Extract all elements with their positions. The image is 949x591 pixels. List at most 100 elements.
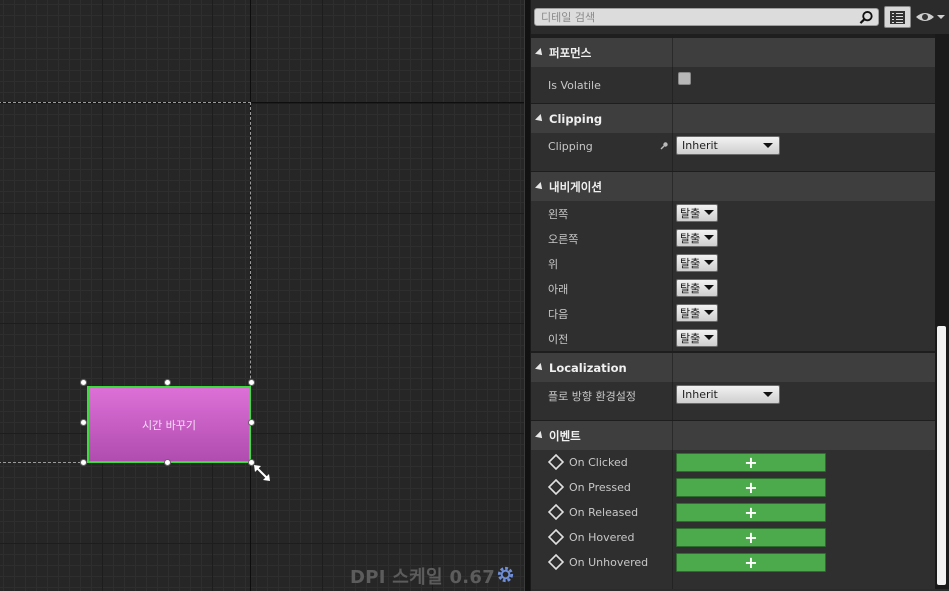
property-label: 아래 [548,282,569,296]
resize-handle-left[interactable] [80,419,87,426]
property-row-clipping: Clipping Inherit [531,133,935,171]
nav-up-dropdown[interactable]: 탈출 [676,254,718,272]
nav-right-dropdown[interactable]: 탈출 [676,229,718,247]
collapse-arrow-icon [535,362,545,373]
event-diamond-icon [548,554,564,570]
property-label: 플로 방향 환경설정 [548,390,636,403]
section-header-events[interactable]: 이벤트 [531,421,935,450]
dropdown-value: 탈출 [680,332,701,345]
search-icon[interactable] [859,10,874,25]
scrollbar-thumb[interactable] [937,326,946,585]
chevron-down-icon [763,392,773,397]
nav-previous-dropdown[interactable]: 탈출 [676,329,718,347]
panel-splitter[interactable] [524,0,530,591]
dropdown-value: 탈출 [680,232,701,245]
add-on-unhovered-button[interactable]: + [676,553,826,572]
collapse-arrow-icon [535,181,545,192]
property-row-is-volatile: Is Volatile [531,67,935,103]
navigation-rows: 왼쪽 탈출 오른쪽 탈출 위 탈출 아래 탈출 다음 탈출 이전 탈출 [531,201,935,351]
event-row-on-hovered: On Hovered + [531,525,935,550]
resize-handle-bottom[interactable] [164,459,171,466]
property-label: Is Volatile [548,78,601,92]
plus-icon: + [744,503,758,522]
event-row-on-unhovered: On Unhovered + [531,550,935,575]
collapse-arrow-icon [535,113,545,124]
property-label: 다음 [548,307,569,321]
search-input[interactable] [541,10,851,25]
property-row-nav-previous: 이전 탈출 [531,326,935,351]
clipping-dropdown[interactable]: Inherit [676,136,780,155]
flow-direction-dropdown[interactable]: Inherit [676,385,780,404]
collapse-arrow-icon [535,47,545,58]
event-diamond-icon [548,504,564,520]
dropdown-value: 탈출 [680,307,701,320]
gear-icon[interactable] [496,565,515,584]
add-on-hovered-button[interactable]: + [676,528,826,547]
event-row-on-clicked: On Clicked + [531,450,935,475]
property-matrix-button[interactable] [884,6,911,28]
add-on-released-button[interactable]: + [676,503,826,522]
dropdown-value: 탈출 [680,207,701,220]
details-search-box[interactable] [534,8,879,26]
section-title: Localization [549,360,627,375]
resize-handle-right[interactable] [248,419,255,426]
event-label: On Clicked [569,456,628,469]
chevron-down-icon [704,335,714,340]
nav-down-dropdown[interactable]: 탈출 [676,279,718,297]
dropdown-value: 탈출 [680,282,701,295]
chevron-down-icon [763,143,773,148]
event-diamond-icon [548,479,564,495]
button-widget-text: 시간 바꾸기 [141,418,197,432]
event-diamond-icon [548,454,564,470]
section-header-localization[interactable]: Localization [531,353,935,382]
chevron-down-icon [704,285,714,290]
resize-handle-top-right[interactable] [248,379,255,386]
nav-next-dropdown[interactable]: 탈출 [676,304,718,322]
dpi-scale-label[interactable]: DPI 스케일 0.67 [350,563,495,589]
dropdown-value: Inherit [682,139,718,152]
plus-icon: + [744,453,758,472]
plus-icon: + [744,478,758,497]
event-label: On Unhovered [569,556,649,569]
event-label: On Hovered [569,531,635,544]
section-title: 내비게이션 [549,179,602,194]
plus-icon: + [744,553,758,572]
property-row-nav-up: 위 탈출 [531,251,935,276]
chevron-down-icon [704,260,714,265]
umg-designer-window: 시간 바꾸기 DPI 스케일 0.67 디테일 검색 퍼포먼스 Is Volat… [0,0,949,591]
section-title: Clipping [549,111,603,126]
add-on-clicked-button[interactable]: + [676,453,826,472]
chevron-down-icon [704,310,714,315]
section-header-performance[interactable]: 퍼포먼스 [531,38,935,67]
nav-left-dropdown[interactable]: 탈출 [676,204,718,222]
resize-handle-bottom-left[interactable] [80,459,87,466]
property-label: 왼쪽 [548,207,569,221]
property-row-nav-next: 다음 탈출 [531,301,935,326]
property-row-flow-direction: 플로 방향 환경설정 Inherit [531,382,935,420]
section-header-navigation[interactable]: 내비게이션 [531,172,935,201]
eye-icon[interactable] [915,9,946,25]
selected-button-widget[interactable]: 시간 바꾸기 [87,386,251,463]
details-property-list: 퍼포먼스 Is Volatile Clipping Clipping Inher… [531,34,935,589]
section-title: 퍼포먼스 [549,45,592,60]
reset-pin-icon[interactable] [659,141,669,151]
details-scrollbar[interactable] [935,34,949,589]
plus-icon: + [744,528,758,547]
event-label: On Released [569,506,639,519]
chevron-down-icon [704,210,714,215]
resize-arrow-icon[interactable] [252,463,272,483]
collapse-arrow-icon [535,430,545,441]
property-label: 이전 [548,332,569,346]
property-row-nav-left: 왼쪽 탈출 [531,201,935,226]
grid-icon [890,10,905,24]
details-panel: 퍼포먼스 Is Volatile Clipping Clipping [531,0,949,591]
property-row-nav-right: 오른쪽 탈출 [531,226,935,251]
resize-handle-top[interactable] [164,379,171,386]
add-on-pressed-button[interactable]: + [676,478,826,497]
event-diamond-icon [548,529,564,545]
is-volatile-checkbox[interactable] [678,72,691,85]
section-title: 이벤트 [549,428,581,443]
resize-handle-top-left[interactable] [80,379,87,386]
designer-canvas[interactable]: 시간 바꾸기 DPI 스케일 0.67 [0,0,524,591]
section-header-clipping[interactable]: Clipping [531,104,935,133]
